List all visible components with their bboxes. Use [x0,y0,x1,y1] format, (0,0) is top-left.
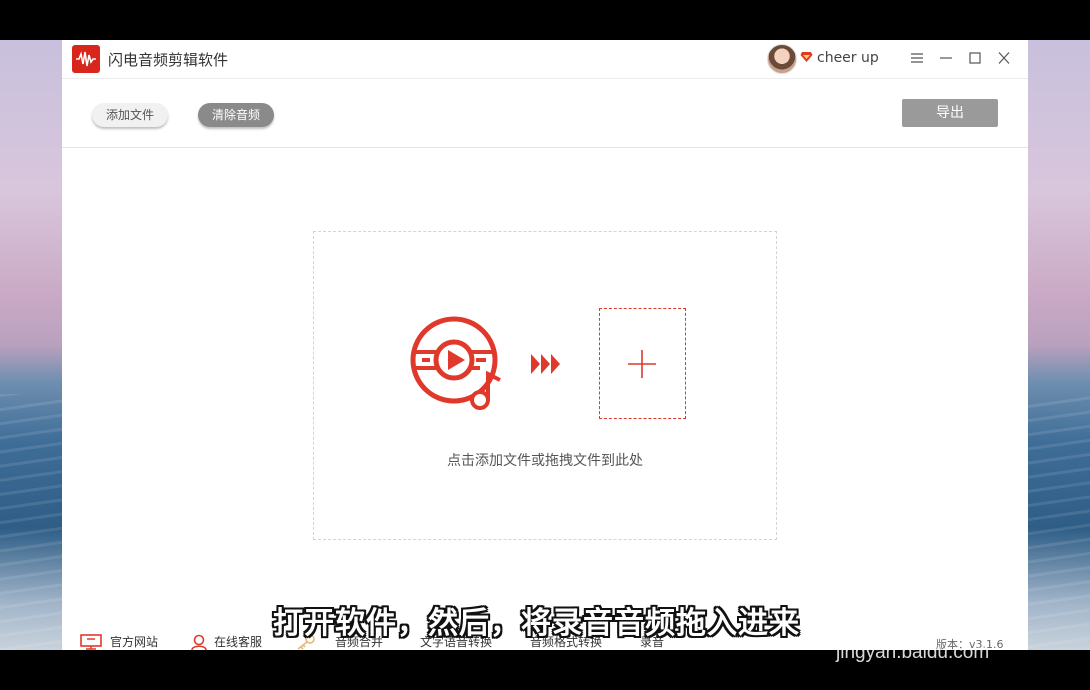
fast-forward-icon [531,354,560,374]
app-title: 闪电音频剪辑软件 [108,51,229,69]
clear-audio-button[interactable]: 清除音频 [198,103,274,127]
customer-service-icon [191,634,207,650]
app-logo-icon [72,45,100,73]
close-icon[interactable] [993,48,1015,70]
official-site-link[interactable]: 官方网站 [80,634,170,650]
minimize-icon[interactable] [935,48,957,70]
title-bar[interactable]: 闪电音频剪辑软件 cheer up [62,40,1028,79]
app-window: 闪电音频剪辑软件 cheer up 添加文件 清除音频 导出 点击添加文件或拖拽… [62,40,1028,650]
media-disc-icon [410,316,501,410]
video-subtitle: 打开软件，然后，将录音音频拖入进来 [273,606,800,641]
add-file-button[interactable]: 添加文件 [92,103,168,127]
website-icon [80,634,102,650]
export-button[interactable]: 导出 [902,99,998,127]
watermark-url: jingyan.baidu.com [836,642,990,663]
watermark-cn: 经验 [968,605,1025,638]
drop-hint-text: 点击添加文件或拖拽文件到此处 [447,453,643,469]
maximize-icon[interactable] [964,48,986,70]
online-service-link[interactable]: 在线客服 [190,634,280,650]
letterbox-top [0,0,1090,40]
baidu-watermark: Bai du 经验 jingyan.baidu.com [836,580,1036,670]
toolbar: 添加文件 清除音频 导出 [62,79,1028,148]
menu-icon[interactable] [906,48,928,70]
paw-icon [909,582,946,617]
plus-icon [628,350,656,378]
add-file-box[interactable] [599,308,686,419]
avatar[interactable] [767,44,797,74]
username[interactable]: cheer up [817,50,879,66]
vip-diamond-icon [800,52,813,62]
file-drop-zone[interactable]: 点击添加文件或拖拽文件到此处 [313,231,777,540]
